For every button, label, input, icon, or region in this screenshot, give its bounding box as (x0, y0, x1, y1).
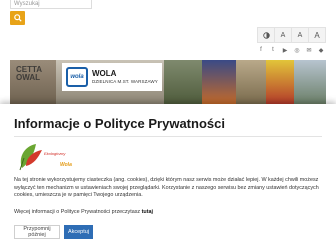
search-icon (13, 14, 22, 22)
contrast-icon (262, 31, 270, 39)
privacy-policy-link[interactable]: tutaj (142, 209, 153, 215)
instagram-icon[interactable]: ◎ (292, 45, 302, 55)
logo-title: WOLA (92, 68, 117, 78)
banner-stamp: CETTA OWAL (16, 65, 42, 82)
search-input[interactable]: Wyszukaj (10, 0, 92, 9)
contrast-button[interactable] (257, 27, 275, 43)
more-info-text: Więcej informacji o Polityce Prywatności… (14, 209, 141, 215)
cookie-description: Na tej stronie wykorzystujemy ciasteczka… (14, 177, 319, 199)
accessibility-toolbar: A A A (257, 27, 326, 43)
site-logo[interactable]: wola WOLA DZIELNICA M.ST. WARSZAWY (62, 63, 162, 91)
eco-badge: Ekologiczny Wola (14, 140, 78, 172)
header-banner: CETTA OWAL wola WOLA DZIELNICA M.ST. WAR… (10, 60, 326, 104)
font-size-large-button[interactable]: A (308, 27, 326, 43)
divider (14, 136, 322, 137)
cookie-consent-modal: Informacje o Polityce Prywatności Ekolog… (0, 104, 336, 252)
badge-label: Ekologiczny (44, 151, 66, 156)
font-size-medium-button[interactable]: A (291, 27, 309, 43)
mail-icon[interactable]: ✉ (304, 45, 314, 55)
logo-subtitle: DZIELNICA M.ST. WARSZAWY (92, 78, 158, 84)
leaf-logo-icon (19, 144, 42, 171)
modal-title: Informacje o Polityce Prywatności (14, 116, 225, 131)
twitter-icon[interactable]: t (268, 45, 278, 55)
accept-button[interactable]: Akceptuj (64, 225, 93, 239)
social-links: f t ▶ ◎ ✉ ◆ (256, 45, 326, 55)
font-size-small-button[interactable]: A (274, 27, 292, 43)
badge-brand: Wola (60, 162, 72, 168)
wola-logo-mark: wola (66, 67, 88, 87)
facebook-icon[interactable]: f (256, 45, 266, 55)
more-info-line: Więcej informacji o Polityce Prywatności… (14, 209, 324, 216)
remind-later-button[interactable]: Przypomnij później (14, 225, 60, 239)
bip-icon[interactable]: ◆ (316, 45, 326, 55)
search-button[interactable] (10, 11, 25, 25)
youtube-icon[interactable]: ▶ (280, 45, 290, 55)
